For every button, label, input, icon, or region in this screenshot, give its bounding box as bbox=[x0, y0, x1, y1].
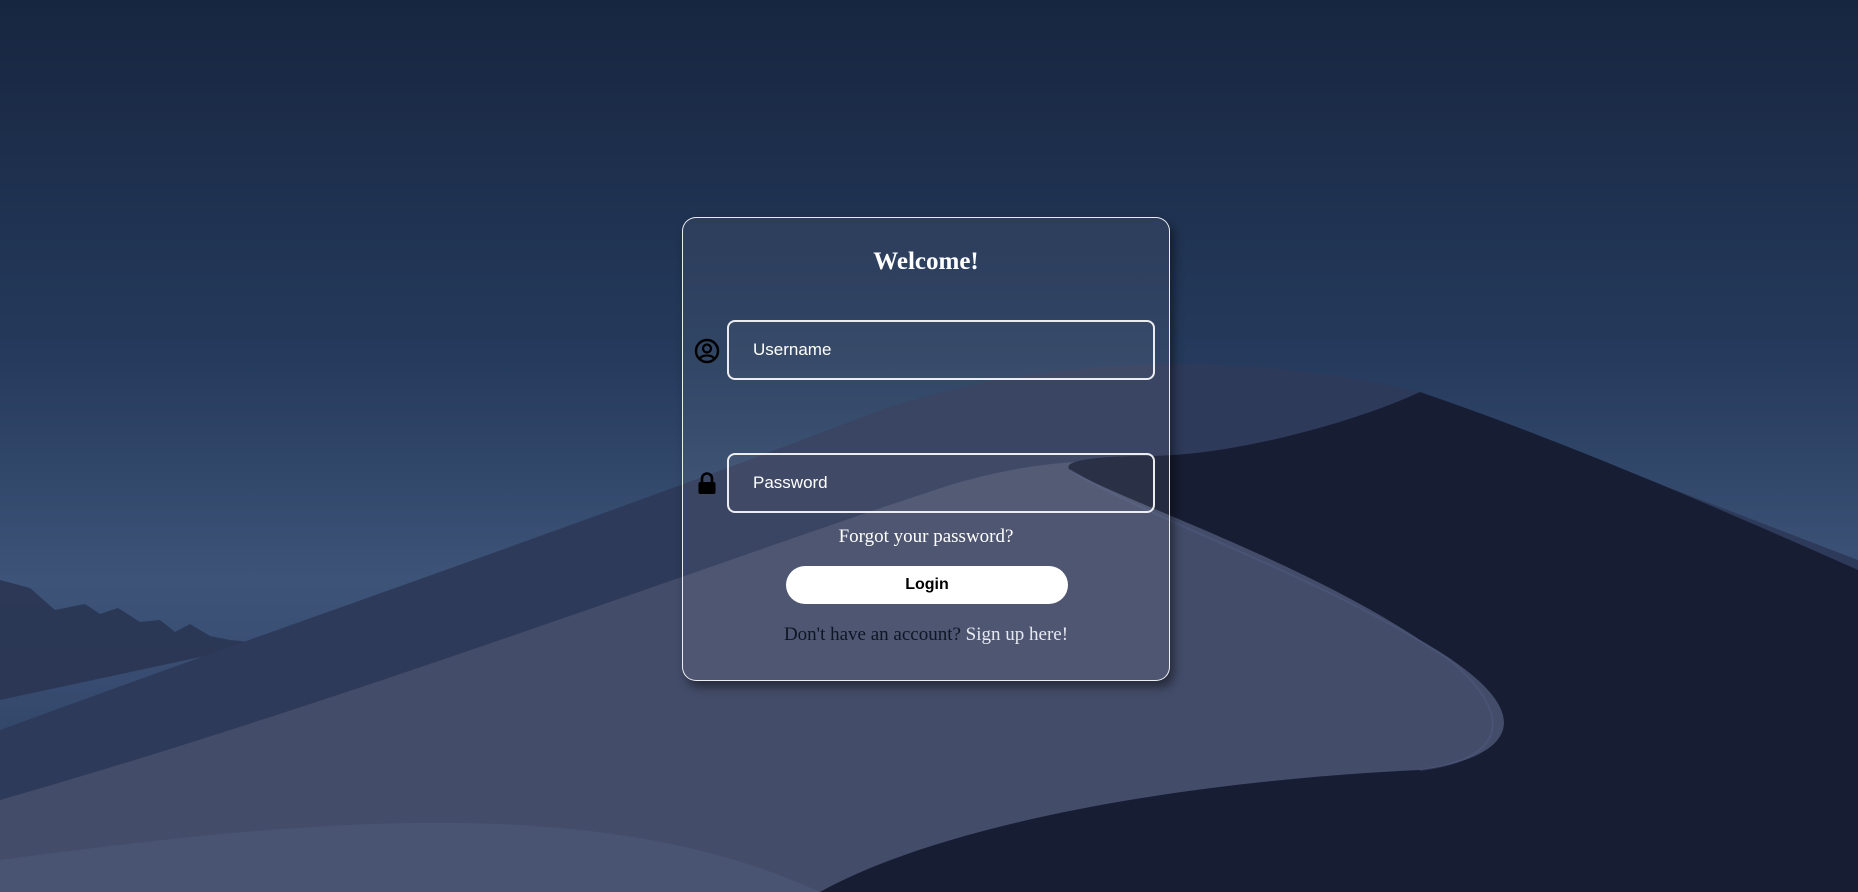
user-circle-icon bbox=[694, 338, 720, 364]
lock-icon bbox=[698, 472, 716, 494]
signup-link[interactable]: Sign up here! bbox=[966, 624, 1068, 645]
username-input[interactable] bbox=[727, 320, 1155, 380]
signup-prompt: Don't have an account? bbox=[783, 624, 961, 645]
password-input[interactable] bbox=[727, 453, 1155, 513]
login-title: Welcome! bbox=[873, 248, 979, 275]
login-button[interactable]: Login bbox=[786, 566, 1068, 604]
login-card: Welcome! Forgot your password? Login Don… bbox=[682, 217, 1170, 681]
signup-line: Don't have an account? Sign up here! bbox=[683, 624, 1169, 646]
forgot-password-link[interactable]: Forgot your password? bbox=[683, 526, 1169, 548]
